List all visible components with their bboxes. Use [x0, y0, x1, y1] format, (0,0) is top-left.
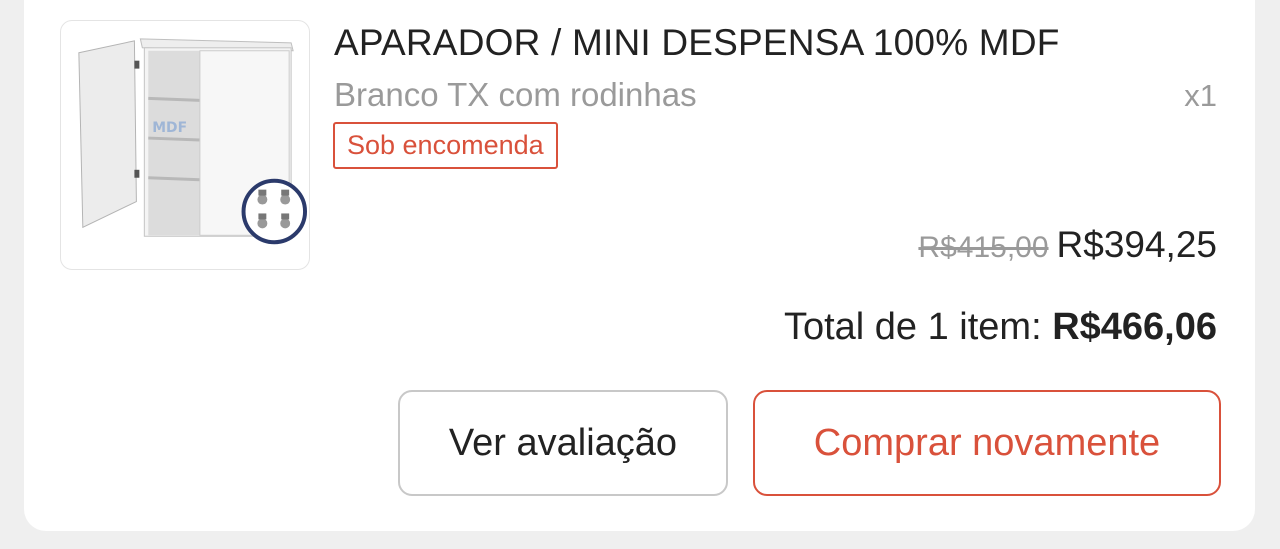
order-total: Total de 1 item: R$466,06	[784, 306, 1217, 349]
order-item-card: MDF APARADOR / MINI DESPENSA 100% MDF Br…	[24, 0, 1255, 531]
product-image[interactable]: MDF	[60, 20, 310, 270]
sale-price: R$394,25	[1056, 224, 1217, 265]
item-quantity: x1	[1184, 78, 1217, 113]
original-price: R$415,00	[918, 231, 1049, 264]
price-group: R$415,00 R$394,25	[918, 224, 1217, 266]
total-value: R$466,06	[1052, 306, 1217, 348]
total-label: Total de 1 item:	[783, 306, 1042, 348]
cabinet-illustration: MDF	[78, 38, 308, 245]
review-button[interactable]: Ver avaliação	[398, 390, 728, 496]
product-title[interactable]: APARADOR / MINI DESPENSA 100% MDF	[334, 22, 1060, 64]
buy-again-button[interactable]: Comprar novamente	[753, 390, 1221, 496]
product-variant: Branco TX com rodinhas	[334, 76, 697, 113]
svg-text:MDF: MDF	[152, 120, 187, 136]
order-status-badge: Sob encomenda	[333, 122, 558, 169]
